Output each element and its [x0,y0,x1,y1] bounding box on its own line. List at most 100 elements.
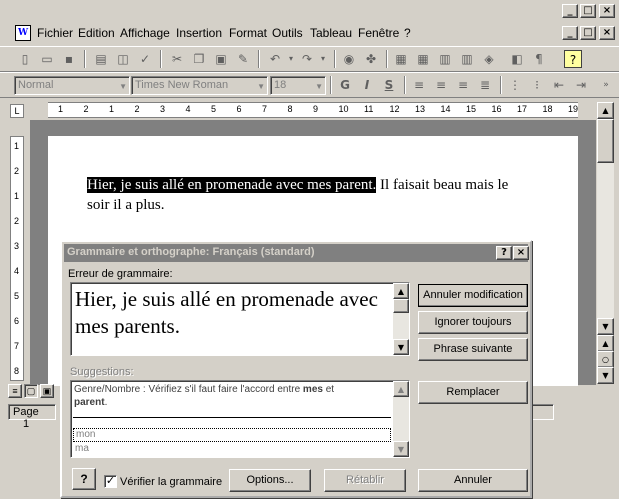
scroll-up-icon[interactable]: ▲ [597,102,614,119]
next-sentence-button[interactable]: Phrase suivante [418,338,528,361]
menu-edition[interactable]: Edition [78,26,115,40]
justify-icon[interactable]: ≣ [476,76,494,94]
copy-icon[interactable]: ❐ [190,50,208,68]
scroll-thumb[interactable] [597,119,614,163]
browse-object-icon[interactable]: ○ [597,351,614,368]
menu-fenetre[interactable]: Fenêtre [358,26,399,40]
style-combo[interactable]: Normal ▼ [14,76,130,95]
suggestion-description: Genre/Nombre : Vérifiez s'il faut faire … [74,383,389,409]
separator [334,50,336,68]
insert-table-icon[interactable]: ▦ [414,50,432,68]
font-combo[interactable]: Times New Roman ▼ [131,76,268,95]
next-page-icon[interactable]: ▼ [597,367,614,384]
decrease-indent-icon[interactable]: ⇤ [550,76,568,94]
cancel-button[interactable]: Annuler [418,469,528,492]
cut-icon[interactable]: ✂ [168,50,186,68]
align-right-icon[interactable]: ≡ [454,76,472,94]
insert-excel-icon[interactable]: ▥ [436,50,454,68]
suggestions-box[interactable]: Genre/Nombre : Vérifiez s'il faut faire … [70,380,410,458]
suggestion-desc-end: . [104,397,108,408]
normal-view-icon[interactable]: ≡ [8,384,22,398]
italic-button[interactable]: I [358,76,376,94]
paste-icon[interactable]: ▣ [212,50,230,68]
menu-outils[interactable]: Outils [272,26,303,40]
document-map-icon[interactable]: ◧ [508,50,526,68]
dialog-help-button[interactable]: ? [496,246,512,260]
prev-page-icon[interactable]: ▲ [597,335,614,352]
web-layout-icon[interactable]: ▢ [24,384,38,398]
print-preview-icon[interactable]: ◫ [114,50,132,68]
columns-icon[interactable]: ▥ [458,50,476,68]
page-number: 1 [23,418,30,430]
numbering-icon[interactable]: ⋮ [506,76,524,94]
scroll-up-icon[interactable]: ▲ [393,283,409,299]
scroll-down-icon[interactable]: ▼ [393,339,409,355]
menu-tableau[interactable]: Tableau [310,26,352,40]
office-assistant-icon[interactable]: ? [72,468,96,490]
suggestion-item[interactable]: mon [73,428,391,442]
maximize-button[interactable]: □ [580,4,596,18]
office-assistant-icon[interactable]: ? [564,50,582,68]
scroll-down-icon[interactable]: ▼ [393,441,409,457]
replace-button[interactable]: Remplacer [418,381,528,404]
web-toolbar-icon[interactable]: ✤ [362,50,380,68]
check-grammar-checkbox[interactable]: ✓ [104,475,117,488]
error-textbox[interactable]: Hier, je suis allé en promenade avec mes… [70,282,410,356]
error-text[interactable]: Hier, je suis allé en promenade avec mes… [75,286,391,340]
menu-format[interactable]: Format [229,26,267,40]
check-grammar-label[interactable]: Vérifier la grammaire [120,476,222,488]
vertical-scrollbar[interactable]: ▲ ▼ ▲ ○ ▼ [597,102,614,384]
size-combo[interactable]: 18 ▼ [270,76,326,95]
scroll-down-icon[interactable]: ▼ [597,318,614,335]
suggestion-item[interactable]: ma [73,443,391,457]
hyperlink-icon[interactable]: ◉ [340,50,358,68]
dialog-title[interactable]: Grammaire et orthographe: Français (stan… [64,244,528,262]
close-button[interactable]: × [599,4,615,18]
spelling-icon[interactable]: ✓ [136,50,154,68]
scroll-thumb[interactable] [393,299,409,313]
suggestion-desc-text: Genre/Nombre : Vérifiez s'il faut faire … [74,384,303,395]
ignore-all-button[interactable]: Ignorer toujours [418,311,528,334]
menu-fichier[interactable]: Fichier [37,26,73,40]
show-hide-icon[interactable]: ¶ [530,50,548,68]
minimize-button[interactable]: _ [562,4,578,18]
suggestions-scrollbar[interactable]: ▲ ▼ [393,381,409,457]
redo-dropdown-icon[interactable]: ▾ [314,50,332,68]
horizontal-ruler[interactable]: 1 2 1 2 3 4 5 6 7 8 9 10 11 12 13 14 15 16 17 18 19 [48,102,578,118]
selected-sentence[interactable]: Hier, je suis allé en promenade avec mes… [87,177,377,193]
scroll-up-icon[interactable]: ▲ [393,381,409,397]
menu-insertion[interactable]: Insertion [176,26,222,40]
formatting-toolbar: Normal ▼ Times New Roman ▼ 18 ▼ G I S ≡ … [0,72,619,98]
restore-button[interactable]: Rétablir [324,469,406,492]
tables-borders-icon[interactable]: ▦ [392,50,410,68]
undo-edit-button[interactable]: Annuler modification [418,284,528,307]
ruler-number: 10 [338,104,349,114]
tab-selector[interactable]: L [10,104,24,118]
menu-affichage[interactable]: Affichage [120,26,170,40]
vertical-ruler[interactable]: 1 2 1 2 3 4 5 6 7 8 [10,136,24,381]
increase-indent-icon[interactable]: ⇥ [572,76,590,94]
document-text[interactable]: Hier, je suis allé en promenade avec mes… [87,175,547,215]
doc-close-button[interactable]: × [599,26,615,40]
align-left-icon[interactable]: ≡ [410,76,428,94]
doc-minimize-button[interactable]: _ [562,26,578,40]
open-icon[interactable]: ▭ [38,50,56,68]
bullets-icon[interactable]: ⁝ [528,76,546,94]
drawing-icon[interactable]: ◈ [480,50,498,68]
bold-button[interactable]: G [336,76,354,94]
menu-help[interactable]: ? [404,26,411,40]
format-painter-icon[interactable]: ✎ [234,50,252,68]
underline-button[interactable]: S [380,76,398,94]
doc-restore-button[interactable]: □ [580,26,596,40]
print-icon[interactable]: ▤ [92,50,110,68]
error-scrollbar[interactable]: ▲ ▼ [393,283,409,355]
align-center-icon[interactable]: ≡ [432,76,450,94]
word-doc-icon[interactable]: W [15,25,31,41]
new-icon[interactable]: ▯ [16,50,34,68]
options-button[interactable]: Options... [229,469,311,492]
print-layout-icon[interactable]: ▣ [40,384,54,398]
dialog-close-button[interactable]: × [513,246,529,260]
ruler-number: 18 [542,104,553,114]
more-buttons-icon[interactable]: » [597,76,615,94]
save-icon[interactable]: ▪ [60,50,78,68]
